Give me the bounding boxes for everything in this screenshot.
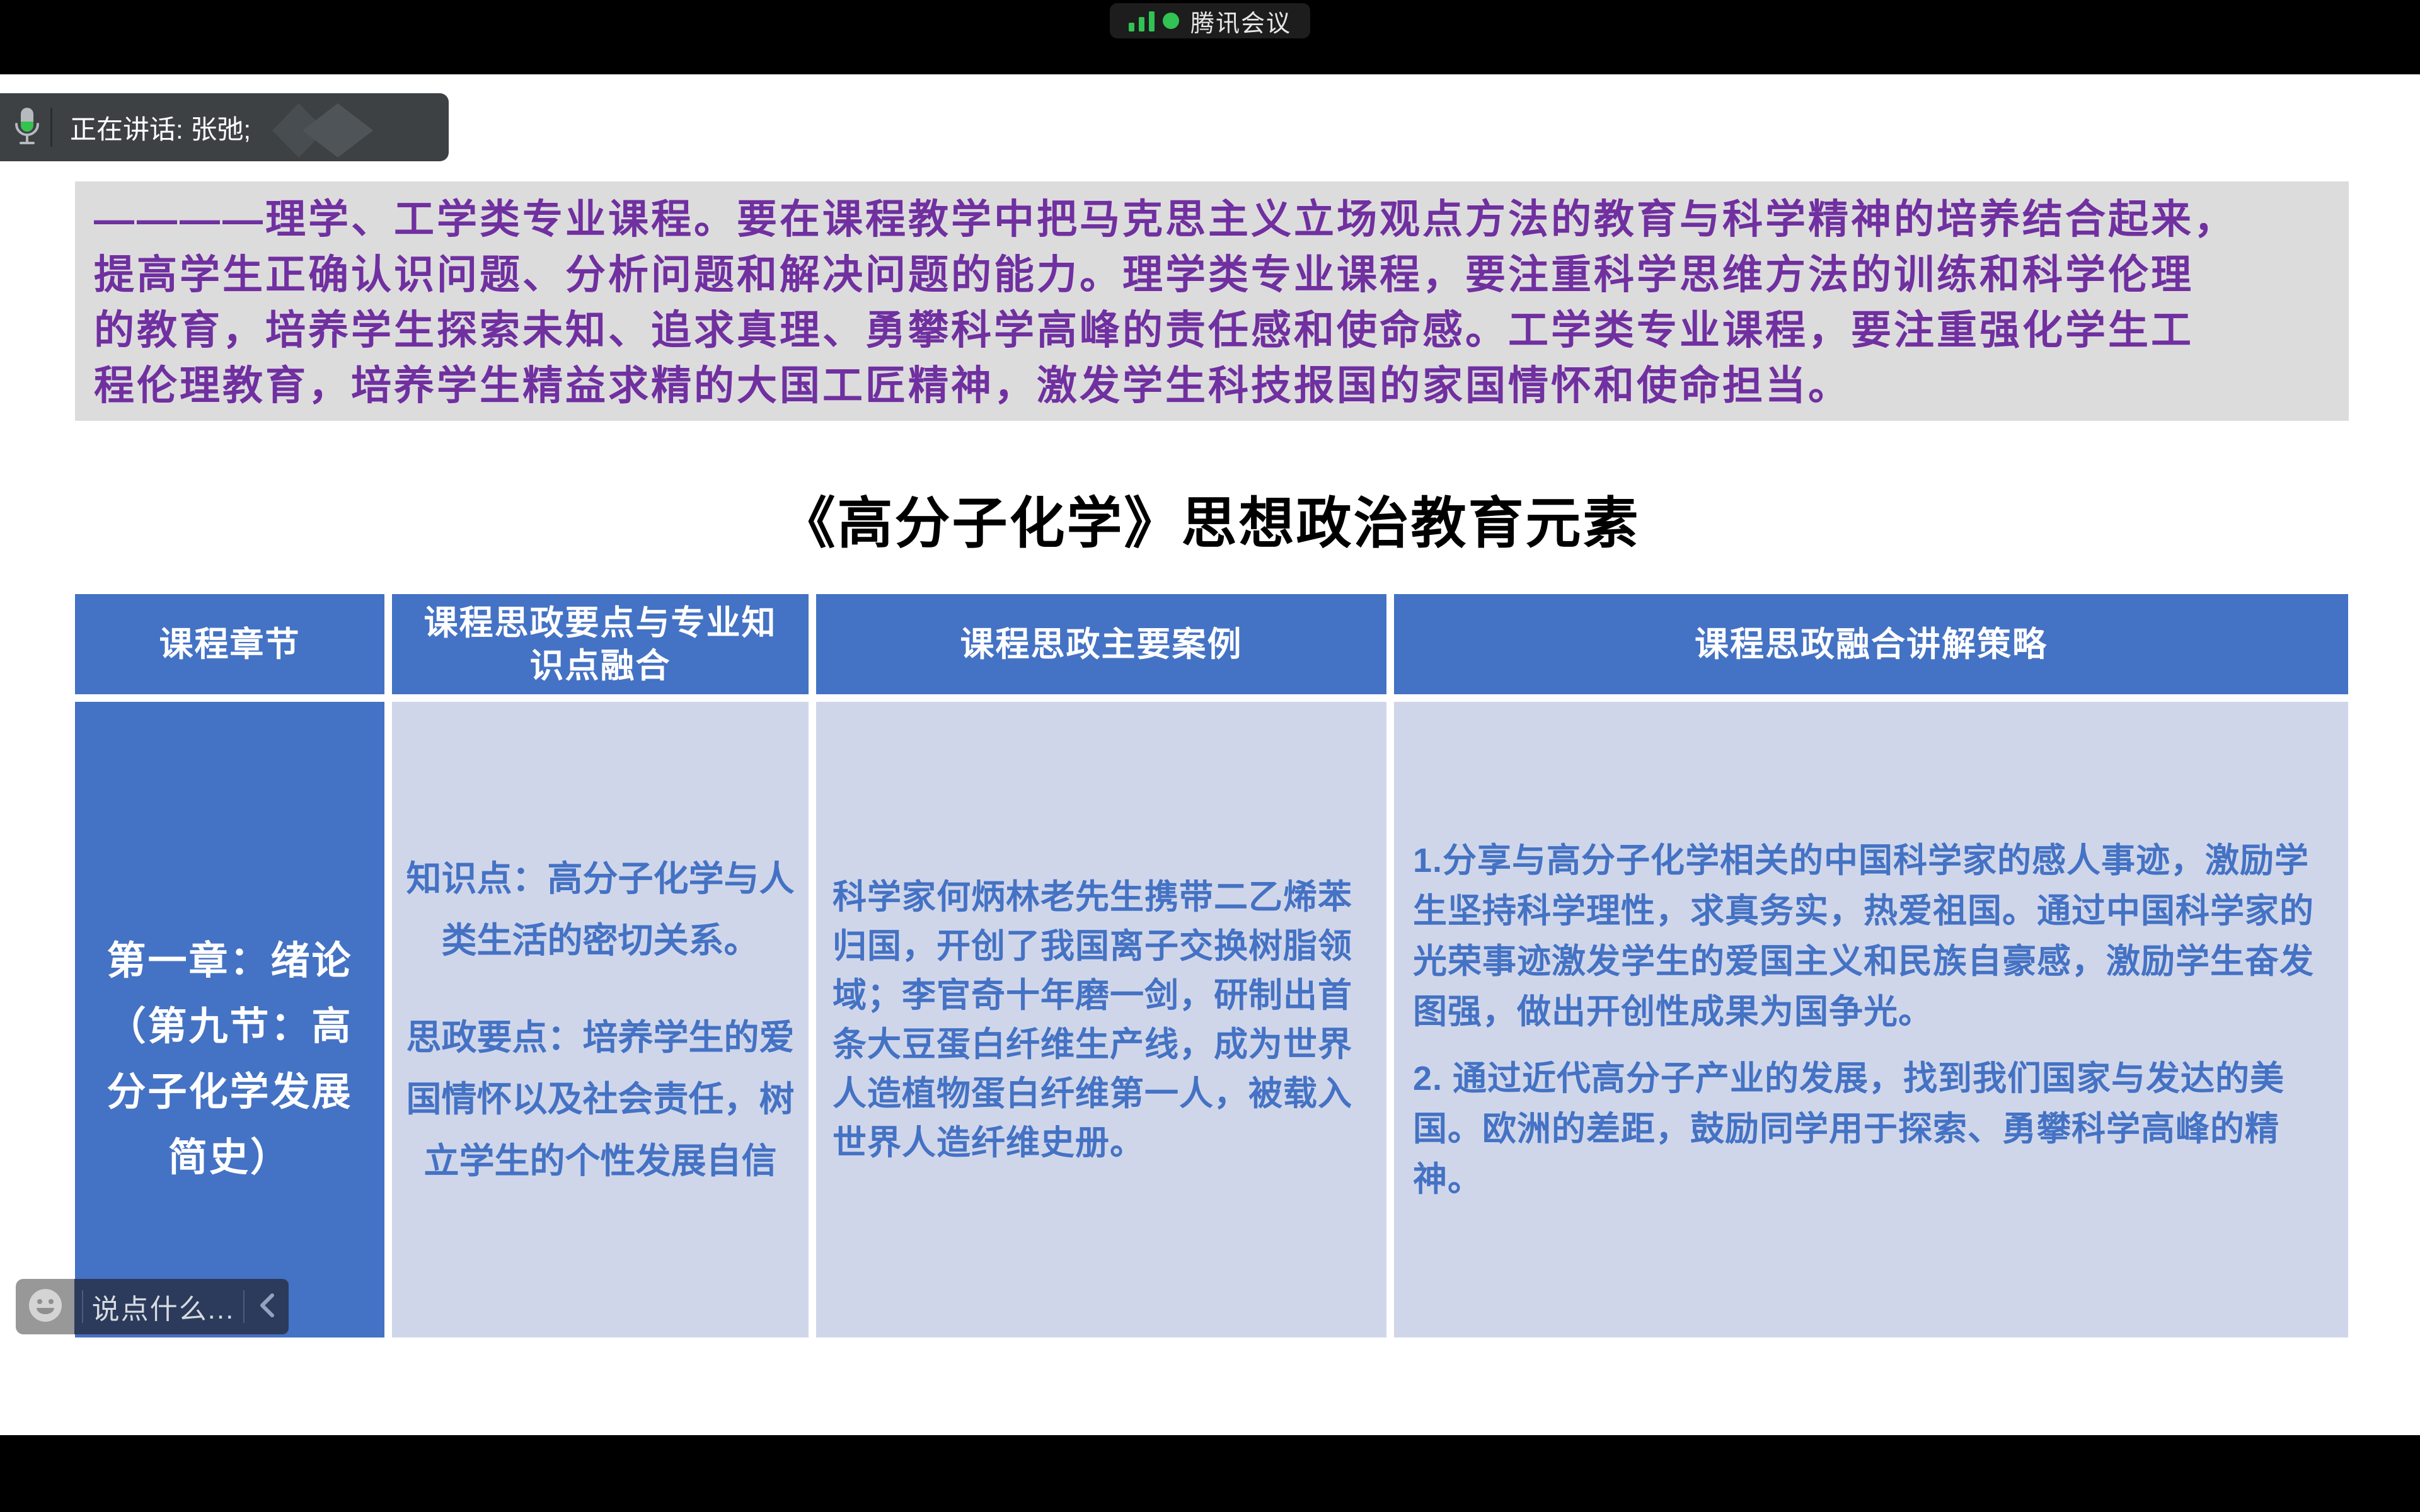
strategy-paragraph: 2. 通过近代高分子产业的发展，找到我们国家与发达的美国。欧洲的差距，鼓励同学用… [1413,1053,2329,1205]
speaking-indicator: 正在讲话: 张弛; [0,93,449,161]
column-header-chapter: 课程章节 [75,594,384,694]
points-paragraph: 思政要点：培养学生的爱国情怀以及社会责任，树立学生的个性发展自信 [405,1007,796,1192]
emoji-button[interactable] [16,1279,74,1334]
column-header-strategy: 课程思政融合讲解策略 [1394,594,2348,694]
chevron-left-icon [257,1292,276,1322]
column-header-case: 课程思政主要案例 [816,594,1386,694]
collapse-button[interactable] [245,1279,289,1334]
quote-block: ————理学、工学类专业课程。要在课程教学中把马克思主义立场观点方法的教育与科学… [75,181,2349,421]
signal-strength-icon [1129,10,1179,32]
column-header-points: 课程思政要点与专业知识点融合 [392,594,809,694]
cell-strategy: 1.分享与高分子化学相关的中国科学家的感人事迹，激励学生坚持科学理性，求真务实，… [1394,702,2348,1337]
quote-line: ————理学、工学类专业课程。要在课程教学中把马克思主义立场观点方法的教育与科学… [94,192,2330,247]
chat-bar: 说点什么... [16,1279,289,1334]
bottom-letterbox-bar [0,1435,2420,1512]
meeting-status-pill: 腾讯会议 [1110,3,1310,38]
cell-points: 知识点：高分子化学与人类生活的密切关系。 思政要点：培养学生的爱国情怀以及社会责… [392,702,809,1337]
emoji-smiley-icon [27,1287,64,1327]
screen: { "meeting": { "app_name": "腾讯会议", "spea… [0,0,2420,1512]
slide-title: 《高分子化学》思想政治教育元素 [0,479,2420,559]
microphone-icon [13,105,42,149]
points-paragraph: 知识点：高分子化学与人类生活的密切关系。 [405,848,796,971]
top-letterbox-bar: 腾讯会议 [0,0,2420,74]
quote-line: 提高学生正确认识问题、分析问题和解决问题的能力。理学类专业课程，要注重科学思维方… [94,247,2330,302]
case-paragraph: 科学家何炳林老先生携带二乙烯苯归国，开创了我国离子交换树脂领域；李官奇十年磨一剑… [833,873,1370,1167]
speaking-label: 正在讲话: 张弛; [70,108,251,147]
strategy-paragraph: 1.分享与高分子化学相关的中国科学家的感人事迹，激励学生坚持科学理性，求真务实，… [1413,835,2329,1037]
chat-input[interactable]: 说点什么... [74,1279,289,1334]
cell-case: 科学家何炳林老先生携带二乙烯苯归国，开创了我国离子交换树脂领域；李官奇十年磨一剑… [816,702,1386,1337]
divider [50,108,52,147]
chapter-text: 第一章：绪论（第九节：高分子化学发展简史） [93,929,367,1337]
quote-line: 的教育，培养学生探索未知、追求真理、勇攀科学高峰的责任感和使命感。工学类专业课程… [94,302,2330,358]
quote-line: 程伦理教育，培养学生精益求精的大国工匠精神，激发学生科技报国的家国情怀和使命担当… [94,358,2330,413]
app-name-label: 腾讯会议 [1190,4,1291,38]
cell-chapter: 第一章：绪论（第九节：高分子化学发展简史） [75,702,384,1337]
connection-dot-icon [1163,13,1179,29]
chat-placeholder: 说点什么... [83,1286,243,1327]
ideology-elements-table: 课程章节 课程思政要点与专业知识点融合 课程思政主要案例 课程思政融合讲解策略 … [75,594,2348,1337]
meeting-watermark-icon [272,103,373,161]
